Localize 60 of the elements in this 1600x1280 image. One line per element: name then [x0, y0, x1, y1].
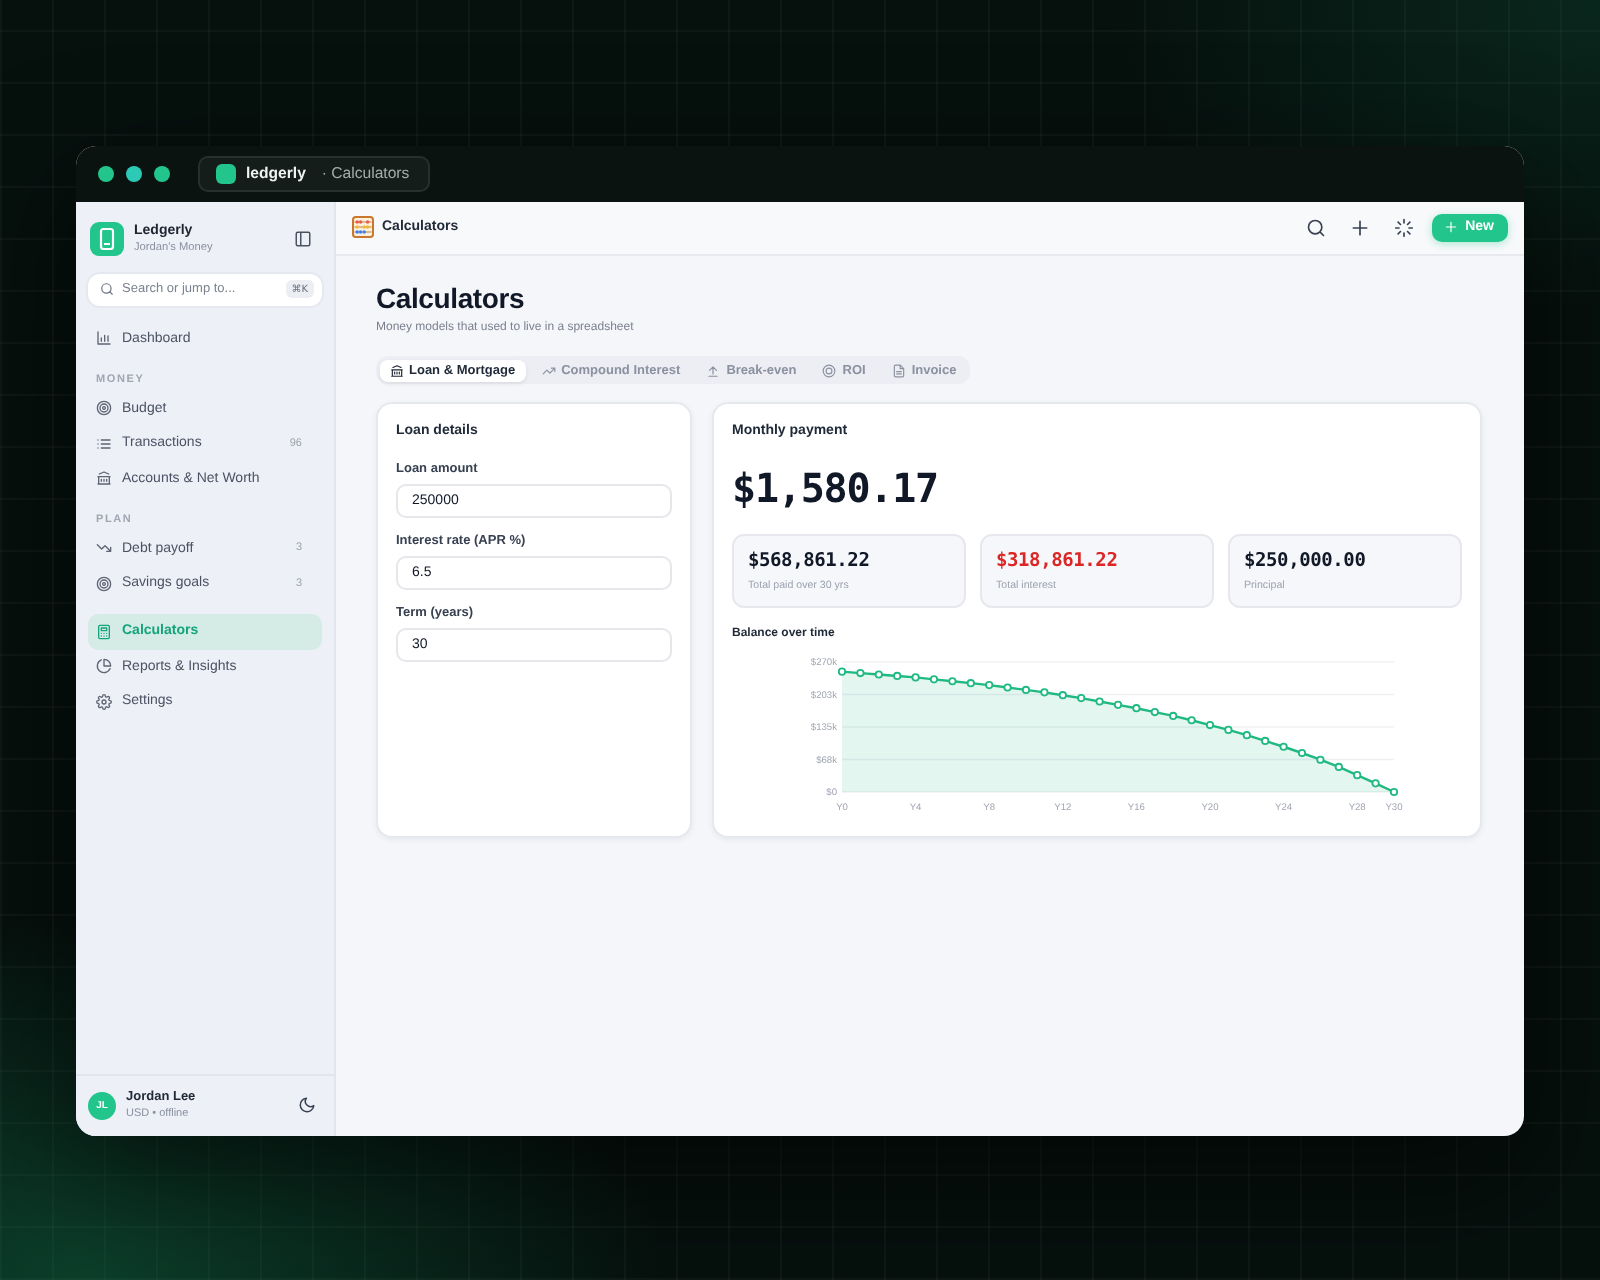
data-point — [1039, 688, 1048, 697]
sidebar-toggle-icon[interactable] — [294, 229, 312, 247]
data-point — [836, 667, 846, 676]
data-point — [1278, 742, 1287, 751]
data-point — [892, 671, 901, 681]
data-point — [1076, 694, 1085, 703]
search-icon — [100, 282, 114, 296]
data-point — [1204, 720, 1214, 730]
data-point — [965, 679, 974, 688]
pie-chart-icon — [96, 658, 112, 675]
document-icon — [891, 363, 906, 377]
data-point — [1370, 779, 1379, 788]
data-point — [910, 673, 919, 682]
data-point — [1296, 748, 1306, 758]
data-point — [873, 670, 882, 679]
stat-value: $568,861.22 — [748, 550, 870, 574]
data-point — [1352, 771, 1361, 780]
trend-up-icon — [541, 363, 556, 377]
data-point — [1388, 787, 1398, 797]
monthly-payment-amount: $1,580.17 — [732, 464, 938, 512]
data-point — [1241, 731, 1250, 740]
stat-value: $318,861.22 — [996, 550, 1118, 574]
data-point — [984, 681, 993, 690]
target-icon — [96, 400, 112, 417]
plus-icon — [1443, 220, 1458, 234]
abacus-icon — [352, 216, 374, 238]
settings-icon — [96, 693, 112, 710]
data-point — [1186, 716, 1195, 725]
data-point — [1131, 704, 1140, 713]
data-point — [1168, 711, 1177, 721]
data-point — [1112, 700, 1122, 709]
data-point — [1260, 736, 1269, 746]
spinner-icon[interactable] — [1393, 217, 1414, 237]
list-icon — [96, 435, 112, 452]
data-point — [1020, 685, 1030, 695]
data-point — [1094, 697, 1103, 706]
arrow-up-icon — [706, 363, 721, 377]
moon-icon[interactable] — [298, 1096, 316, 1114]
data-point — [1002, 683, 1011, 692]
plus-icon[interactable] — [1349, 217, 1370, 237]
logo-icon — [90, 221, 124, 255]
ring-icon — [822, 363, 837, 377]
data-point — [1057, 691, 1066, 700]
bar-chart-icon — [96, 330, 112, 347]
bank-icon — [96, 470, 112, 487]
data-point — [1333, 762, 1342, 772]
trend-down-icon — [96, 540, 112, 557]
target-icon — [96, 575, 112, 592]
data-point — [1315, 755, 1324, 764]
data-point — [947, 677, 956, 686]
app-icon — [216, 163, 236, 183]
data-point — [1149, 707, 1158, 717]
search-icon[interactable] — [1305, 217, 1326, 237]
data-point — [1223, 725, 1232, 734]
bank-icon — [389, 363, 403, 377]
stat-value: $250,000.00 — [1244, 550, 1366, 574]
data-point — [855, 668, 864, 678]
calculator-icon — [96, 623, 112, 640]
data-point — [928, 675, 938, 684]
page-title: Calculators — [376, 281, 525, 315]
